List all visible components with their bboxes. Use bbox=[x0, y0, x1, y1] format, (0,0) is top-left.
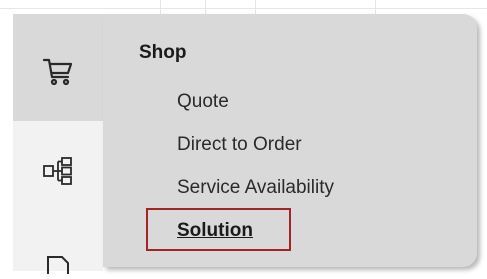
highlight-box bbox=[146, 208, 291, 251]
rail-item-documents[interactable] bbox=[13, 221, 103, 274]
menu-item-direct-to-order[interactable]: Direct to Order bbox=[177, 134, 302, 156]
cart-icon bbox=[42, 57, 73, 90]
menu-heading: Shop bbox=[139, 42, 187, 63]
rail-item-solutions[interactable] bbox=[13, 121, 103, 221]
document-icon bbox=[45, 254, 71, 279]
solution-tree-icon bbox=[43, 156, 73, 191]
menu-item-service-availability[interactable]: Service Availability bbox=[177, 177, 334, 199]
rail-item-shop[interactable] bbox=[13, 14, 103, 121]
menu-item-quote[interactable]: Quote bbox=[177, 91, 229, 113]
